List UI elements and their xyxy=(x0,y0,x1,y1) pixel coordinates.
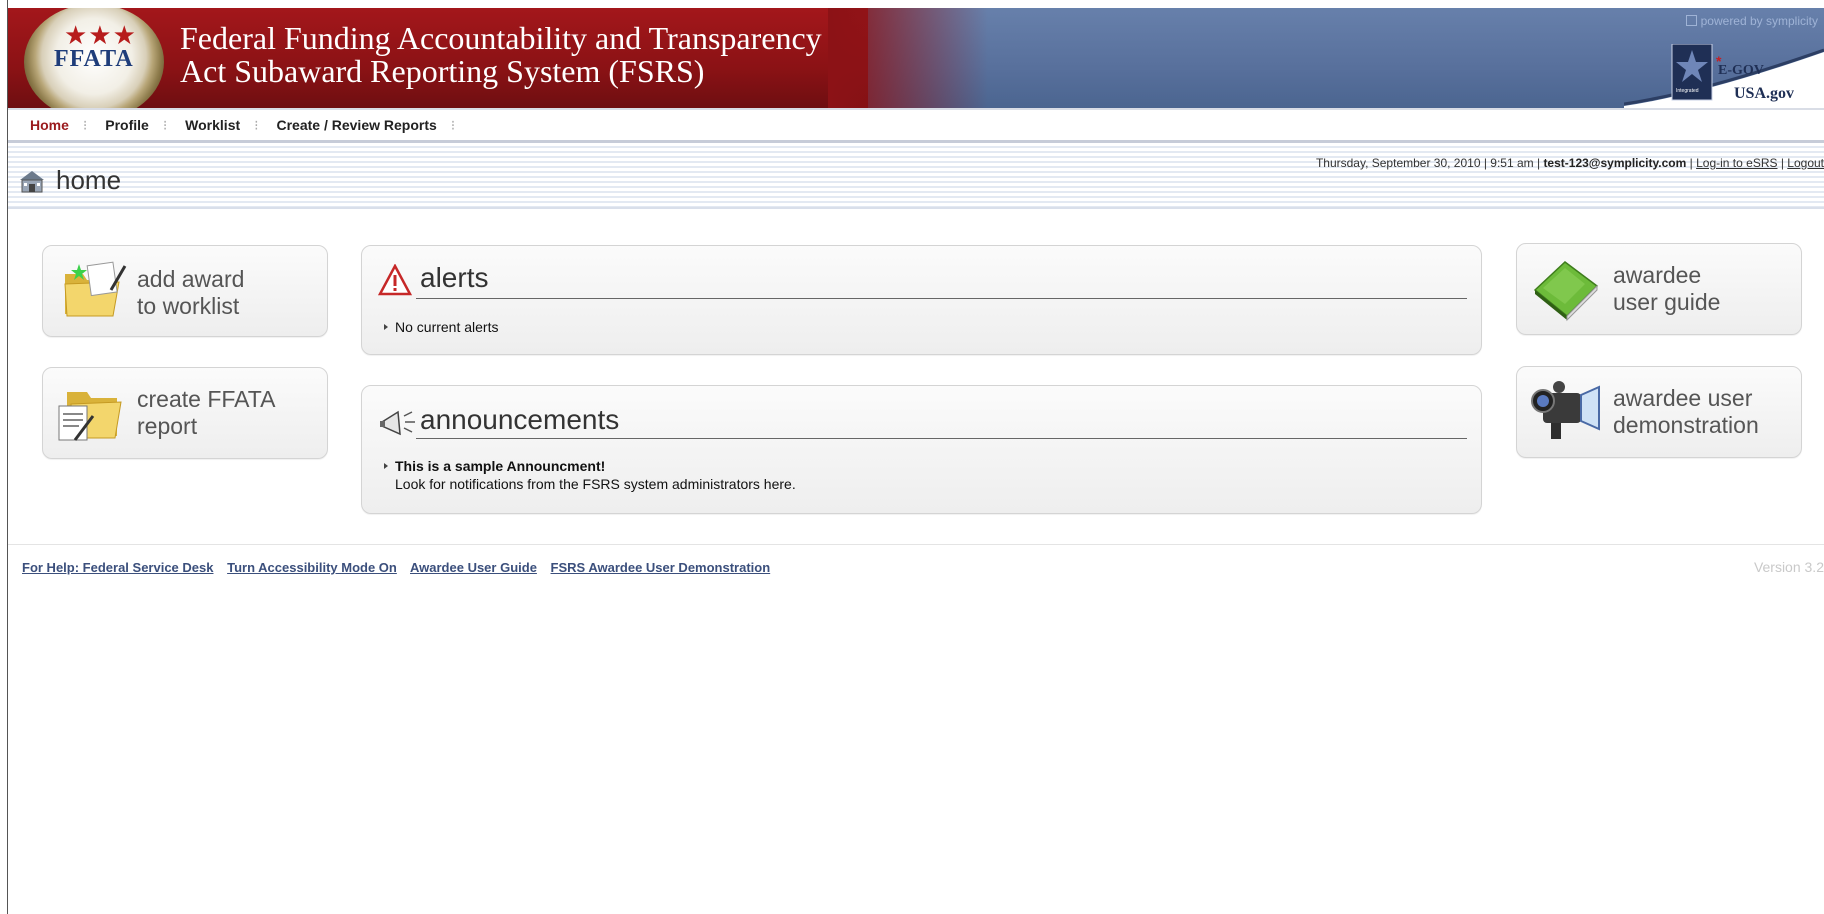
alerts-title: alerts xyxy=(420,262,489,293)
user-guide-tile[interactable]: awardee user guide xyxy=(1516,243,1802,335)
main-nav: Home ⁝ Profile ⁝ Worklist ⁝ Create / Review… xyxy=(8,108,1824,143)
user-demo-label-2: demonstration xyxy=(1613,412,1759,438)
site-title: Federal Funding Accountability and Trans… xyxy=(180,22,822,88)
nav-create-review-reports[interactable]: Create / Review Reports xyxy=(277,117,437,133)
nav-worklist[interactable]: Worklist xyxy=(185,117,240,133)
nav-profile[interactable]: Profile xyxy=(105,117,149,133)
add-award-label-2: to worklist xyxy=(137,293,240,319)
megaphone-icon xyxy=(380,410,415,436)
page-header-band: home Thursday, September 30, 2010 | 9:51… xyxy=(8,143,1824,209)
logout-link[interactable]: Logout xyxy=(1787,156,1824,170)
alerts-panel: alerts No current alerts xyxy=(361,245,1482,355)
announcement-headline: This is a sample Announcment! xyxy=(395,458,606,474)
site-title-line2: Act Subaward Reporting System (FSRS) xyxy=(180,53,705,89)
datetime-text: Thursday, September 30, 2010 | 9:51 am | xyxy=(1315,156,1541,170)
footer-accessibility-link[interactable]: Turn Accessibility Mode On xyxy=(227,560,397,575)
svg-text:*: * xyxy=(1716,53,1722,69)
add-award-tile[interactable]: add award to worklist xyxy=(42,245,328,337)
version-text: Version 3.2 xyxy=(1753,559,1824,575)
footer-links: For Help: Federal Service Desk Turn Acce… xyxy=(22,560,780,575)
ffata-seal-logo: ★★★ FFATA xyxy=(24,8,164,108)
user-guide-label-1: awardee xyxy=(1613,262,1702,288)
user-guide-label-2: user guide xyxy=(1613,289,1721,315)
login-esrs-link[interactable]: Log-in to eSRS xyxy=(1696,156,1777,170)
svg-text:Integrated: Integrated xyxy=(1676,88,1699,94)
page: ★★★ FFATA Federal Funding Accountability… xyxy=(8,0,1824,914)
nav-home[interactable]: Home xyxy=(30,117,69,133)
user-demo-tile[interactable]: awardee user demonstration xyxy=(1516,366,1802,458)
site-title-line1: Federal Funding Accountability and Trans… xyxy=(180,20,822,56)
folder-report-icon xyxy=(58,392,122,441)
external-icon xyxy=(1685,15,1697,26)
alert-item: No current alerts xyxy=(384,319,498,335)
footer-user-guide-link[interactable]: Awardee User Guide xyxy=(410,560,537,575)
footer-demo-link[interactable]: FSRS Awardee User Demonstration xyxy=(551,560,771,575)
egov-usagov-logo: Integrated E-GOV * USA.gov xyxy=(1624,44,1824,108)
add-award-label-1: add award xyxy=(137,266,245,292)
user-info-bar: Thursday, September 30, 2010 | 9:51 am |… xyxy=(1315,156,1824,170)
powered-by-link[interactable]: powered by symplicity xyxy=(1685,14,1818,28)
create-report-label-1: create FFATA xyxy=(137,386,276,412)
window-left-border xyxy=(0,0,8,914)
warning-icon xyxy=(378,264,412,296)
house-icon xyxy=(20,170,44,192)
book-icon xyxy=(1533,261,1599,322)
create-report-tile[interactable]: create FFATA report xyxy=(42,367,328,459)
announcements-title: announcements xyxy=(420,404,620,435)
user-demo-label-1: awardee user xyxy=(1613,385,1753,411)
user-email: test-123@symplicity.com xyxy=(1543,156,1687,170)
announcements-panel: announcements This is a sample Announcme… xyxy=(361,385,1482,514)
site-header: ★★★ FFATA Federal Funding Accountability… xyxy=(8,8,1824,108)
footer-help-link[interactable]: For Help: Federal Service Desk xyxy=(22,560,213,575)
announcement-item: This is a sample Announcment! Look for n… xyxy=(384,457,796,493)
page-title: home xyxy=(18,165,121,196)
video-camera-icon xyxy=(1531,381,1600,439)
create-report-label-2: report xyxy=(137,413,198,439)
svg-text:E-GOV: E-GOV xyxy=(1718,63,1764,78)
svg-text:USA.gov: USA.gov xyxy=(1734,85,1794,102)
announcement-body: Look for notifications from the FSRS sys… xyxy=(395,476,796,492)
footer-divider xyxy=(8,544,1824,545)
folder-add-icon xyxy=(64,261,127,317)
